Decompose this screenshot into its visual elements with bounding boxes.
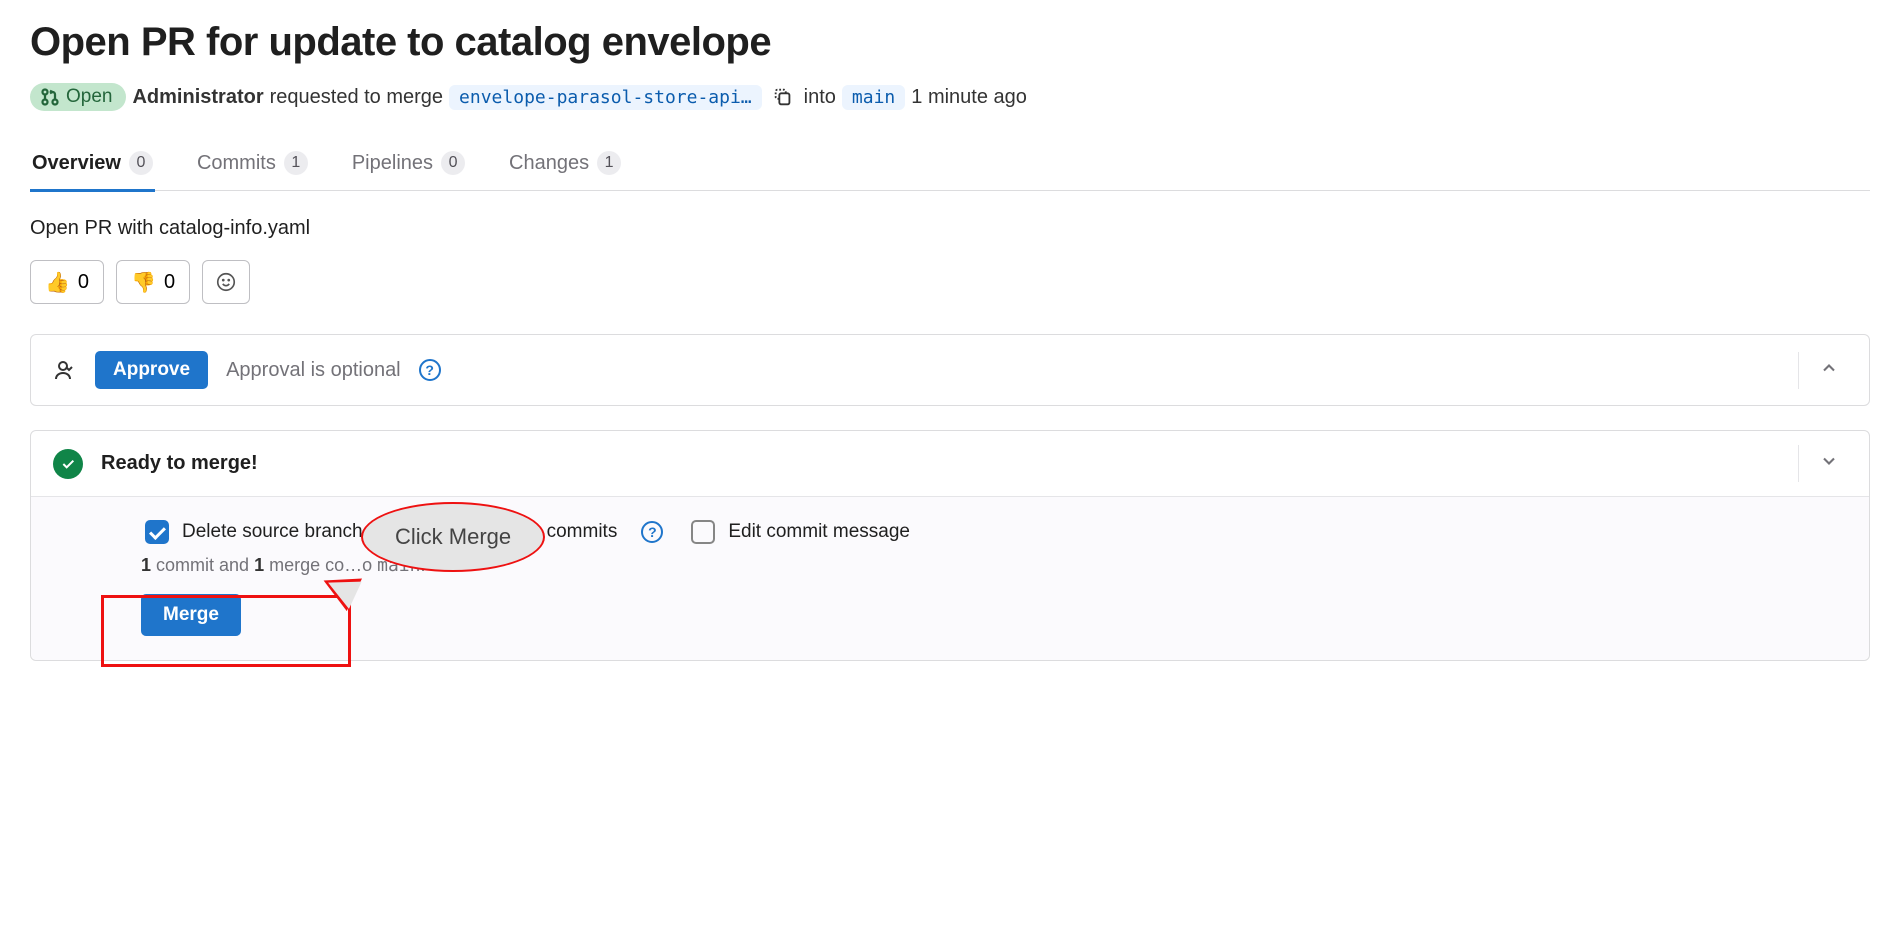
tab-label: Commits	[197, 152, 276, 175]
thumbs-down-count: 0	[164, 271, 175, 294]
action-text: requested to merge	[270, 86, 443, 109]
tab-count-badge: 0	[441, 151, 465, 175]
copy-branch-icon[interactable]	[772, 86, 794, 108]
merge-button[interactable]: Merge	[141, 594, 241, 636]
chevron-up-icon	[1819, 358, 1839, 378]
edit-commit-option[interactable]: Edit commit message	[687, 517, 910, 547]
target-branch[interactable]: main	[842, 85, 905, 110]
status-label: Open	[66, 86, 112, 108]
add-reaction-button[interactable]	[202, 260, 250, 304]
thumbs-up-count: 0	[78, 271, 89, 294]
ready-to-merge-text: Ready to merge!	[101, 452, 258, 475]
tab-count-badge: 0	[129, 151, 153, 175]
delete-source-label: Delete source branch	[182, 521, 363, 543]
tab-label: Pipelines	[352, 152, 433, 175]
squash-commits-label-suffix: commits	[547, 521, 618, 543]
chevron-down-icon	[1819, 451, 1839, 471]
mr-meta-row: Open Administrator requested to merge en…	[30, 83, 1870, 111]
merge-panel: Ready to merge! Delete source branch com…	[30, 430, 1870, 661]
thumbs-up-icon: 👍	[45, 270, 70, 295]
time-ago: 1 minute ago	[911, 86, 1027, 109]
tab-label: Overview	[32, 152, 121, 175]
thumbs-down-button[interactable]: 👎 0	[116, 260, 190, 304]
delete-source-checkbox[interactable]	[145, 520, 169, 544]
edit-commit-checkbox[interactable]	[691, 520, 715, 544]
approval-note: Approval is optional	[226, 359, 401, 382]
author-name[interactable]: Administrator	[132, 86, 263, 109]
delete-source-option[interactable]: Delete source branch	[141, 517, 363, 547]
reviewer-icon	[53, 358, 77, 382]
tabs: Overview 0 Commits 1 Pipelines 0 Changes 1	[30, 141, 1870, 191]
tab-overview[interactable]: Overview 0	[30, 141, 155, 192]
help-icon[interactable]: ?	[641, 521, 663, 543]
merge-body: Delete source branch commits ? Edit comm…	[31, 496, 1869, 660]
thumbs-down-icon: 👎	[131, 270, 156, 295]
check-icon	[60, 456, 76, 472]
edit-commit-label: Edit commit message	[728, 521, 910, 543]
collapse-toggle[interactable]	[1798, 352, 1847, 389]
reactions-row: 👍 0 👎 0	[30, 260, 1870, 304]
annotation-speech-bubble: Click Merge	[361, 502, 545, 572]
page-title: Open PR for update to catalog envelope	[30, 20, 1870, 65]
tab-count-badge: 1	[597, 151, 621, 175]
tab-count-badge: 1	[284, 151, 308, 175]
source-branch[interactable]: envelope-parasol-store-api…	[449, 85, 762, 110]
merge-request-icon	[40, 87, 60, 107]
tab-pipelines[interactable]: Pipelines 0	[350, 141, 467, 192]
approve-button[interactable]: Approve	[95, 351, 208, 389]
into-text: into	[804, 86, 836, 109]
thumbs-up-button[interactable]: 👍 0	[30, 260, 104, 304]
approval-panel: Approve Approval is optional ?	[30, 334, 1870, 406]
status-badge: Open	[30, 83, 126, 111]
ready-status-icon	[53, 449, 83, 479]
help-icon[interactable]: ?	[419, 359, 441, 381]
tab-changes[interactable]: Changes 1	[507, 141, 623, 192]
tab-commits[interactable]: Commits 1	[195, 141, 310, 192]
tab-label: Changes	[509, 152, 589, 175]
annotation-text: Click Merge	[395, 524, 511, 549]
smiley-icon	[215, 271, 237, 293]
merge-collapse-toggle[interactable]	[1798, 445, 1847, 482]
mr-description: Open PR with catalog-info.yaml	[30, 217, 1870, 240]
